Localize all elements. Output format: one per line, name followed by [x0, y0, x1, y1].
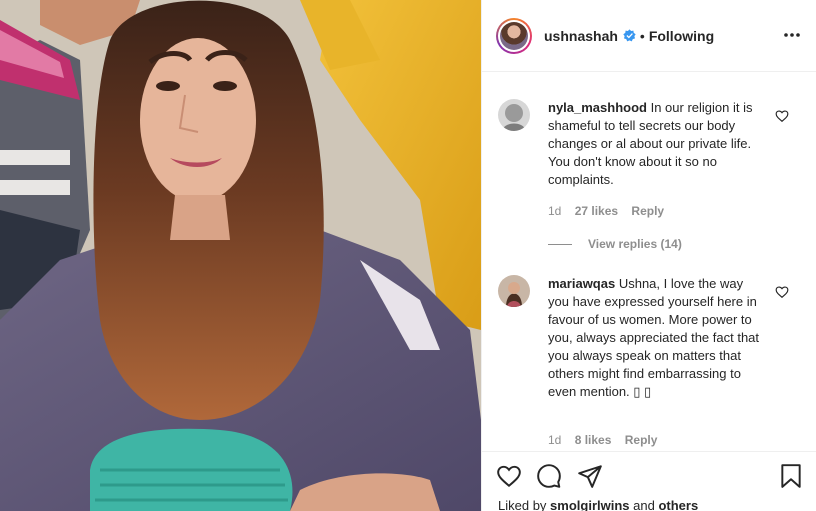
verified-badge-icon [623, 29, 636, 42]
replies-divider [548, 243, 572, 245]
comment-text: nyla_mashhood In our religion it is sham… [548, 99, 763, 189]
comment-heart-icon[interactable] [775, 109, 789, 123]
comment-age: 1d [548, 433, 562, 447]
comment-age: 1d [548, 204, 562, 218]
commenter-avatar[interactable] [498, 275, 530, 307]
comment-item: nyla_mashhood In our religion it is sham… [498, 99, 798, 249]
post-photo[interactable] [0, 0, 481, 511]
post-actions-bar: Liked by smolgirlwins and others [482, 451, 816, 511]
liked-by-user[interactable]: smolgirlwins [550, 498, 629, 511]
comment-content: Ushna, I love the way you have expressed… [548, 276, 760, 399]
comment-meta: 1d 8 likes Reply [548, 433, 667, 447]
reply-button[interactable]: Reply [625, 433, 658, 447]
post-image [0, 0, 481, 511]
bookmark-icon[interactable] [778, 463, 804, 489]
comment-icon[interactable] [536, 463, 562, 489]
commenter-username[interactable]: nyla_mashhood [548, 100, 647, 115]
commenter-username[interactable]: mariawqas [548, 276, 615, 291]
commenter-avatar[interactable] [498, 99, 530, 131]
comment-likes[interactable]: 27 likes [575, 204, 618, 218]
comment-heart-icon[interactable] [775, 285, 789, 299]
header-separator: • [639, 27, 645, 44]
comment-item: mariawqas Ushna, I love the way you have… [498, 275, 798, 451]
post-header: ushnashah • Following [482, 0, 816, 72]
liked-by-others[interactable]: others [658, 498, 698, 511]
view-replies-label[interactable]: View replies (14) [588, 237, 682, 251]
liked-by-line: Liked by smolgirlwins and others [498, 498, 698, 511]
comments-list[interactable]: nyla_mashhood In our religion it is sham… [482, 73, 816, 451]
liked-by-connector: and [633, 498, 655, 511]
following-button[interactable]: Following [649, 28, 714, 44]
view-replies-button[interactable]: View replies (14) [548, 237, 682, 251]
reply-button[interactable]: Reply [631, 204, 664, 218]
post-side-panel: ushnashah • Following nyla_mashhood In o… [481, 0, 816, 511]
comment-likes[interactable]: 8 likes [575, 433, 612, 447]
comment-text: mariawqas Ushna, I love the way you have… [548, 275, 763, 401]
liked-by-prefix: Liked by [498, 498, 547, 511]
more-options-icon[interactable] [783, 26, 801, 44]
author-avatar[interactable] [496, 17, 532, 54]
comment-meta: 1d 27 likes Reply [548, 204, 674, 218]
share-icon[interactable] [577, 463, 603, 489]
heart-icon[interactable] [496, 463, 522, 489]
author-username[interactable]: ushnashah [544, 28, 618, 44]
